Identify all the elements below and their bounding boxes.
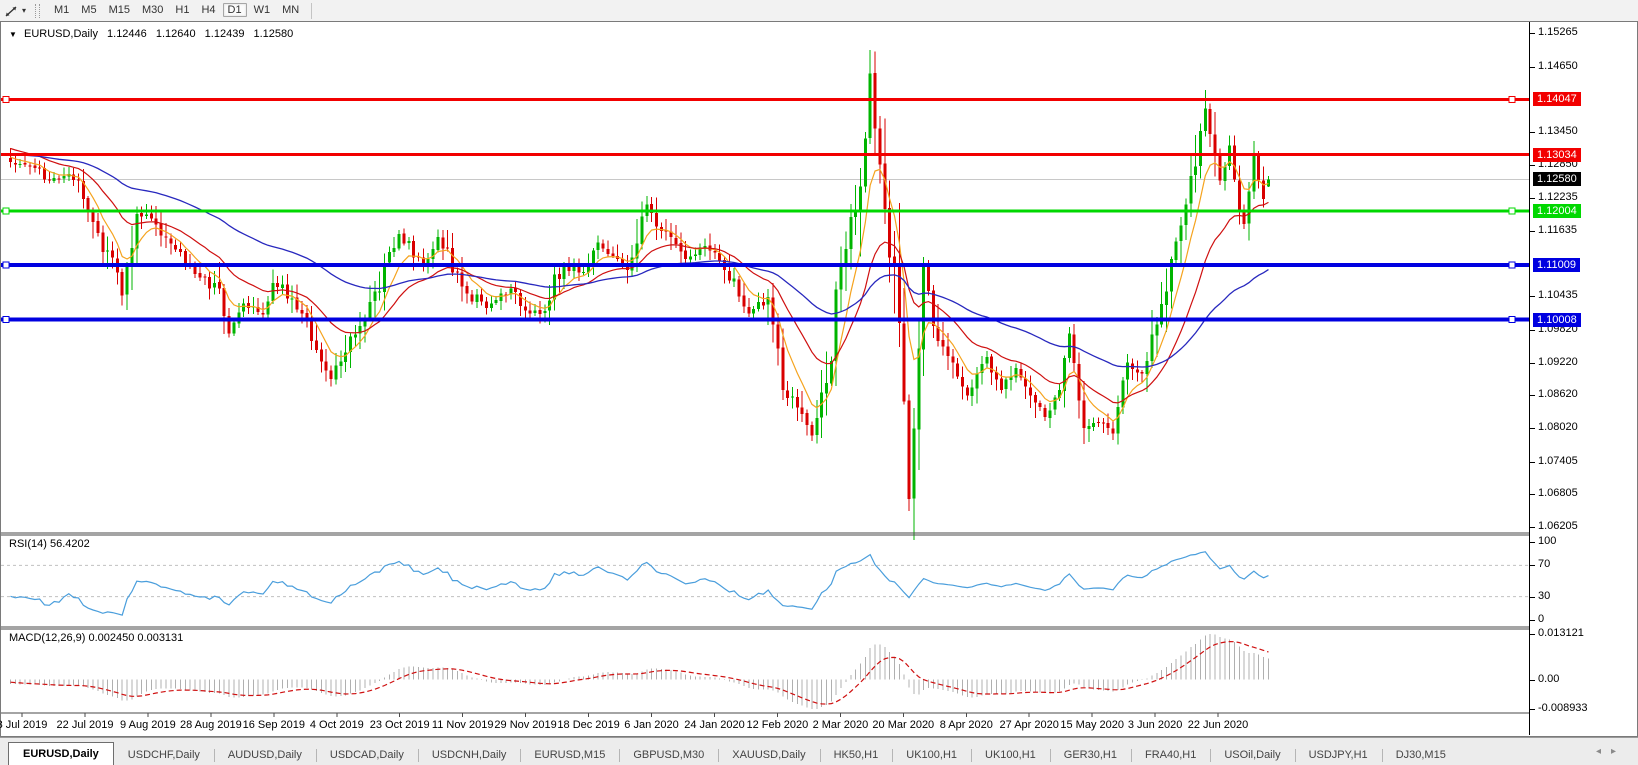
chart-tab-bar: EURUSD,Daily USDCHF,Daily AUDUSD,Daily USDC… xyxy=(0,737,1638,765)
date-tick-label: 22 Jun 2020 xyxy=(1187,719,1249,731)
chart-tab-usdcnh-daily[interactable]: USDCNH,Daily xyxy=(417,745,521,765)
price-tick-label: 1.06805 xyxy=(1538,487,1578,500)
chart-tab-dj30-m15[interactable]: DJ30,M15 xyxy=(1381,745,1460,765)
date-tick-label: 16 Sep 2019 xyxy=(242,719,305,731)
date-tick-label: 3 Jun 2020 xyxy=(1127,719,1183,731)
price-tick-label: 1.13450 xyxy=(1538,125,1578,137)
date-tick-label: 22 Jul 2019 xyxy=(56,719,114,731)
low-value: 1.12439 xyxy=(204,28,245,40)
high-value: 1.12640 xyxy=(155,28,196,40)
price-tick-label: 1.14650 xyxy=(1538,59,1578,72)
trading-terminal: ▾ M1 M5 M15 M30 H1 H4 D1 W1 MN ▼ EURUSD,Daily 1.… xyxy=(0,0,1638,765)
hline-price-label: 1.10008 xyxy=(1533,312,1581,327)
timeframe-button-h1[interactable]: H1 xyxy=(170,3,194,17)
chart-tab-usdjpy-h1[interactable]: USDJPY,H1 xyxy=(1294,745,1382,765)
date-tick-label: 4 Oct 2019 xyxy=(309,719,364,731)
price-tick-label: 1.11635 xyxy=(1538,223,1577,236)
chart-tab-gbpusd-m30[interactable]: GBPUSD,M30 xyxy=(619,745,718,765)
tab-scroll-left-icon[interactable]: ◂ xyxy=(1596,746,1611,757)
chart-title: ▼ EURUSD,Daily 1.12446 1.12640 1.12439 1… xyxy=(9,28,299,40)
date-tick-label: 28 Aug 2019 xyxy=(179,719,242,731)
chevron-down-icon[interactable]: ▾ xyxy=(22,6,26,15)
price-tick-label: 1.09220 xyxy=(1538,355,1578,368)
hline-price-label: 1.11009 xyxy=(1533,258,1580,273)
chart-tab-fra40-h1[interactable]: FRA40,H1 xyxy=(1130,745,1210,765)
timeframe-toolbar: ▾ M1 M5 M15 M30 H1 H4 D1 W1 MN xyxy=(0,0,1638,22)
date-tick-label: 15 May 2020 xyxy=(1060,719,1124,731)
price-tick-label: 1.08020 xyxy=(1538,421,1578,433)
date-tick-label: 29 Nov 2019 xyxy=(494,719,557,731)
hline-price-label: 1.12004 xyxy=(1533,203,1581,218)
toolbar-grip[interactable] xyxy=(35,3,41,18)
timeframe-buttons: M1 M5 M15 M30 H1 H4 D1 W1 MN xyxy=(48,2,305,19)
rsi-tick-label: 30 xyxy=(1538,589,1551,602)
chart-tab-eurusd-m15[interactable]: EURUSD,M15 xyxy=(520,745,619,765)
macd-tick-label: 0.00 xyxy=(1538,672,1560,685)
rsi-tick-label: 0 xyxy=(1538,613,1545,625)
price-axis[interactable]: 1.15265 1.14650 1.13450 1.12850 1.12235 1.116… xyxy=(1529,22,1637,735)
date-tick-label: 12 Feb 2020 xyxy=(746,719,809,731)
macd-tick-label: -0.008933 xyxy=(1538,702,1588,714)
date-tick-label: 20 Mar 2020 xyxy=(872,719,935,731)
rsi-tick-label: 100 xyxy=(1538,535,1557,547)
tab-scroll-arrows[interactable]: ◂▸ xyxy=(1596,746,1626,757)
timeframe-button-m1[interactable]: M1 xyxy=(49,3,74,17)
chart-tab-audusd-daily[interactable]: AUDUSD,Daily xyxy=(213,745,316,765)
date-tick-label: 8 Apr 2020 xyxy=(939,719,993,731)
symbol-period-label: EURUSD,Daily xyxy=(23,28,98,40)
chart-tab-eurusd-daily[interactable]: EURUSD,Daily xyxy=(8,742,114,765)
date-tick-label: 24 Jan 2020 xyxy=(684,719,745,731)
timeframe-button-h4[interactable]: H4 xyxy=(196,3,220,17)
collapse-triangle-icon[interactable]: ▼ xyxy=(9,30,17,39)
chart-tab-xauusd-daily[interactable]: XAUUSD,Daily xyxy=(718,745,819,765)
open-value: 1.12446 xyxy=(107,28,147,40)
chart-tab-hk50-h1[interactable]: HK50,H1 xyxy=(819,745,893,765)
hline-price-label: 1.13034 xyxy=(1533,147,1581,162)
rsi-tick-label: 70 xyxy=(1538,558,1551,571)
date-tick-label: 2 Mar 2020 xyxy=(812,719,869,731)
timeframe-button-m5[interactable]: M5 xyxy=(76,3,101,17)
chart-window: ▼ EURUSD,Daily 1.12446 1.12640 1.12439 1… xyxy=(0,21,1638,737)
chart-tab-usdchf-daily[interactable]: USDCHF,Daily xyxy=(114,745,214,765)
chart-cursor-icon[interactable] xyxy=(3,3,21,19)
date-tick-label: 6 Jan 2020 xyxy=(624,719,679,731)
date-tick-label: 3 Jul 2019 xyxy=(0,719,48,731)
timeframe-button-m15[interactable]: M15 xyxy=(104,3,135,17)
rsi-pane-label: RSI(14) 56.4202 xyxy=(9,538,90,550)
chart-tab-uk100-h1[interactable]: UK100,H1 xyxy=(971,745,1050,765)
macd-pane-label: MACD(12,26,9) 0.002450 0.003131 xyxy=(9,632,184,644)
date-tick-label: 23 Oct 2019 xyxy=(369,719,430,731)
date-tick-label: 9 Aug 2019 xyxy=(120,719,176,731)
macd-tick-label: 0.013121 xyxy=(1538,627,1584,639)
price-tick-label: 1.06205 xyxy=(1538,520,1578,532)
timeframe-button-w1[interactable]: W1 xyxy=(249,3,276,17)
date-tick-label: 11 Nov 2019 xyxy=(431,719,494,731)
tab-scroll-right-icon[interactable]: ▸ xyxy=(1611,746,1626,757)
hline-price-label: 1.14047 xyxy=(1533,92,1581,107)
toolbar-separator xyxy=(311,2,313,19)
chart-tab-ger30-h1[interactable]: GER30,H1 xyxy=(1049,745,1131,765)
close-value: 1.12580 xyxy=(253,28,294,40)
chart-tab-usoil-daily[interactable]: USOil,Daily xyxy=(1210,745,1294,765)
timeframe-button-m30[interactable]: M30 xyxy=(137,3,168,17)
price-tick-label: 1.12235 xyxy=(1538,191,1578,204)
price-tick-label: 1.08620 xyxy=(1538,388,1578,401)
price-tick-label: 1.07405 xyxy=(1538,454,1578,467)
date-tick-label: 27 Apr 2020 xyxy=(999,719,1059,731)
price-tick-label: 1.15265 xyxy=(1538,26,1578,38)
chart-plot-area[interactable] xyxy=(1,22,1529,735)
timeframe-button-d1[interactable]: D1 xyxy=(222,3,247,17)
current-price-label: 1.12580 xyxy=(1533,172,1581,187)
timeframe-button-mn[interactable]: MN xyxy=(277,3,304,17)
chart-tab-uk100-h1[interactable]: UK100,H1 xyxy=(892,745,971,765)
chart-tab-usdcad-daily[interactable]: USDCAD,Daily xyxy=(315,745,418,765)
price-tick-label: 1.10435 xyxy=(1538,289,1578,302)
date-tick-label: 18 Dec 2019 xyxy=(557,719,620,731)
